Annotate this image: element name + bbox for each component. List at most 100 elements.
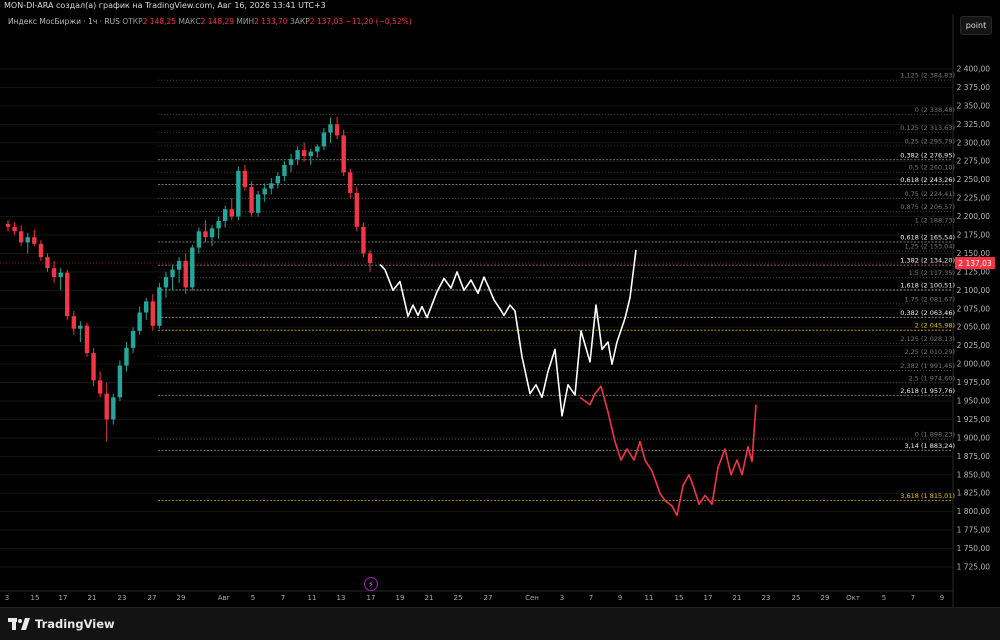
fib-level-label: 0,618 (2 243,26) <box>900 176 955 184</box>
price-tick-label: 2 275,00 <box>957 157 991 166</box>
time-tick-label: 9 <box>940 594 944 602</box>
open-value: 2 148,25 <box>142 17 177 26</box>
low-value: 2 133,70 <box>254 17 288 26</box>
price-tick-label: 2 350,00 <box>957 101 991 110</box>
candle-body <box>262 188 267 195</box>
candle-body <box>361 226 366 254</box>
fib-level-label: 2,618 (1 957,76) <box>900 387 955 395</box>
fib-level-label: 0,75 (2 224,41) <box>904 190 955 198</box>
fib-level-label: 2,25 (2 010,29) <box>904 348 955 356</box>
price-tick-label: 2 325,00 <box>957 120 991 129</box>
candle-body <box>209 228 215 238</box>
symbol-name[interactable]: Индекс МосБиржи · 1ч · RUS <box>8 17 120 26</box>
price-tick-label: 1 875,00 <box>957 452 991 461</box>
candle-body <box>183 260 188 288</box>
candle-body <box>301 150 307 157</box>
candle-body <box>170 269 175 278</box>
time-tick-label: 7 <box>589 594 593 602</box>
fib-level-label: 0,382 (2 276,95) <box>900 151 955 159</box>
time-tick-label: 11 <box>308 594 317 602</box>
candle-body <box>91 353 96 381</box>
tradingview-logo-icon <box>8 618 30 630</box>
time-tick-label: 5 <box>882 594 886 602</box>
candle-body <box>5 223 11 227</box>
candle-body <box>25 237 30 243</box>
price-tick-label: 1 900,00 <box>957 433 991 442</box>
fib-level-label: 2,125 (2 028,13) <box>900 335 955 343</box>
candle-body <box>38 243 44 258</box>
candle-body <box>78 325 83 329</box>
fib-level-label: 0 (2 338,48) <box>915 106 955 114</box>
candle-body <box>176 260 182 270</box>
candle-body <box>249 187 254 213</box>
price-chart[interactable]: 1,125 (2 384,83) 0 (2 338,48) 0,125 (2 313… <box>0 0 1000 607</box>
candle-body <box>130 330 136 348</box>
high-value: 2 148,29 <box>200 17 235 26</box>
symbol-legend: Индекс МосБиржи · 1ч · RUS ОТКР2 148,25 … <box>8 17 412 26</box>
candle-body <box>255 194 261 213</box>
candle-body <box>223 209 228 221</box>
candle-body <box>321 132 327 147</box>
tradingview-logo[interactable]: TradingView <box>8 617 115 631</box>
fib-level-label: 0,25 (2 295,79) <box>904 137 955 145</box>
fib-level-label: 3,618 (1 815,01) <box>900 492 955 500</box>
time-tick-label: 29 <box>821 594 830 602</box>
candle-body <box>295 150 300 160</box>
fib-level-label: 3,14 (1 883,24) <box>904 442 955 450</box>
candlestick-series <box>5 116 373 442</box>
price-tick-label: 2 375,00 <box>957 83 991 92</box>
fib-level-label: 0 (1 898,23) <box>915 431 955 439</box>
price-tick-label: 1 825,00 <box>957 489 991 498</box>
candle-body <box>282 164 287 176</box>
candle-body <box>32 237 37 244</box>
price-tick-label: 2 250,00 <box>957 175 991 184</box>
candle-body <box>137 312 142 331</box>
price-tick-label: 2 150,00 <box>957 249 991 258</box>
time-tick-label: 11 <box>645 594 654 602</box>
candle-body <box>242 170 248 188</box>
time-tick-label: 7 <box>281 594 285 602</box>
candle-body <box>341 135 346 173</box>
candle-body <box>157 287 162 326</box>
point-mode-button[interactable]: point <box>960 16 992 35</box>
candle-body <box>216 220 221 229</box>
candle-body <box>150 301 155 326</box>
price-tick-label: 1 725,00 <box>957 563 991 572</box>
fib-level-label: 1,382 (2 134,20) <box>900 257 955 265</box>
time-tick-label: 23 <box>762 594 771 602</box>
high-label: МАКС <box>178 17 201 26</box>
fib-level-label: 1,125 (2 384,83) <box>900 72 955 80</box>
candle-body <box>348 172 353 193</box>
event-marker-icon[interactable]: ⚡ <box>364 577 378 591</box>
fibonacci-levels: 1,125 (2 384,83) 0 (2 338,48) 0,125 (2 313… <box>158 72 955 501</box>
candle-body <box>203 231 208 238</box>
time-axis: 3 15 17 21 23 27 29 Авг 5 7 11 13 17 19 21 25 27 Сен 3 7 9 11… <box>5 594 944 602</box>
candle-body <box>269 183 274 189</box>
fib-level-label: 2 (2 045,98) <box>915 322 955 330</box>
fib-level-label: 1,75 (2 081,67) <box>904 295 955 303</box>
candle-body <box>275 175 281 184</box>
candle-body <box>117 365 123 398</box>
price-tick-label: 1 925,00 <box>957 415 991 424</box>
change-value: −11,20 (−0,52%) <box>345 17 412 26</box>
fib-level-label: 2,382 (1 991,45) <box>900 362 955 370</box>
candle-body <box>315 146 320 152</box>
candle-body <box>190 247 195 288</box>
open-label: ОТКР <box>122 17 143 26</box>
time-tick-label: 13 <box>337 594 346 602</box>
candle-body <box>111 397 116 420</box>
time-tick-label: 15 <box>675 594 684 602</box>
time-tick-label: Окт <box>846 594 860 602</box>
time-tick-label: 3 <box>5 594 9 602</box>
candle-body <box>236 170 241 217</box>
candle-body <box>354 192 360 227</box>
time-tick-label: 21 <box>425 594 434 602</box>
candle-body <box>58 272 63 278</box>
time-tick-label: 19 <box>396 594 405 602</box>
time-tick-label: 15 <box>31 594 40 602</box>
candle-body <box>124 347 129 366</box>
candle-body <box>196 231 202 248</box>
time-tick-label: 25 <box>792 594 801 602</box>
candle-body <box>18 231 24 243</box>
time-tick-label: 5 <box>251 594 255 602</box>
